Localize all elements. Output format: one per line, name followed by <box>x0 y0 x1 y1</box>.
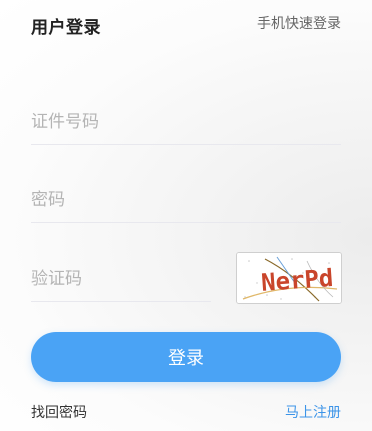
forgot-password-link[interactable]: 找回密码 <box>31 402 87 422</box>
captcha-field-wrapper <box>31 257 211 302</box>
captcha-text: NerPd <box>260 264 334 297</box>
captcha-image[interactable]: NerPd <box>236 252 342 304</box>
login-button[interactable]: 登录 <box>31 332 341 382</box>
password-field-wrapper <box>31 178 341 223</box>
register-link[interactable]: 马上注册 <box>285 402 341 422</box>
id-number-input[interactable] <box>31 100 341 144</box>
captcha-input[interactable] <box>31 257 211 301</box>
captcha-graphic: NerPd <box>237 253 341 303</box>
password-input[interactable] <box>31 178 341 222</box>
page-title: 用户登录 <box>31 18 101 38</box>
login-panel: 用户登录 手机快速登录 NerPd 登录 <box>0 0 372 431</box>
id-number-field-wrapper <box>31 100 341 145</box>
mobile-quick-login-link[interactable]: 手机快速登录 <box>257 13 341 33</box>
